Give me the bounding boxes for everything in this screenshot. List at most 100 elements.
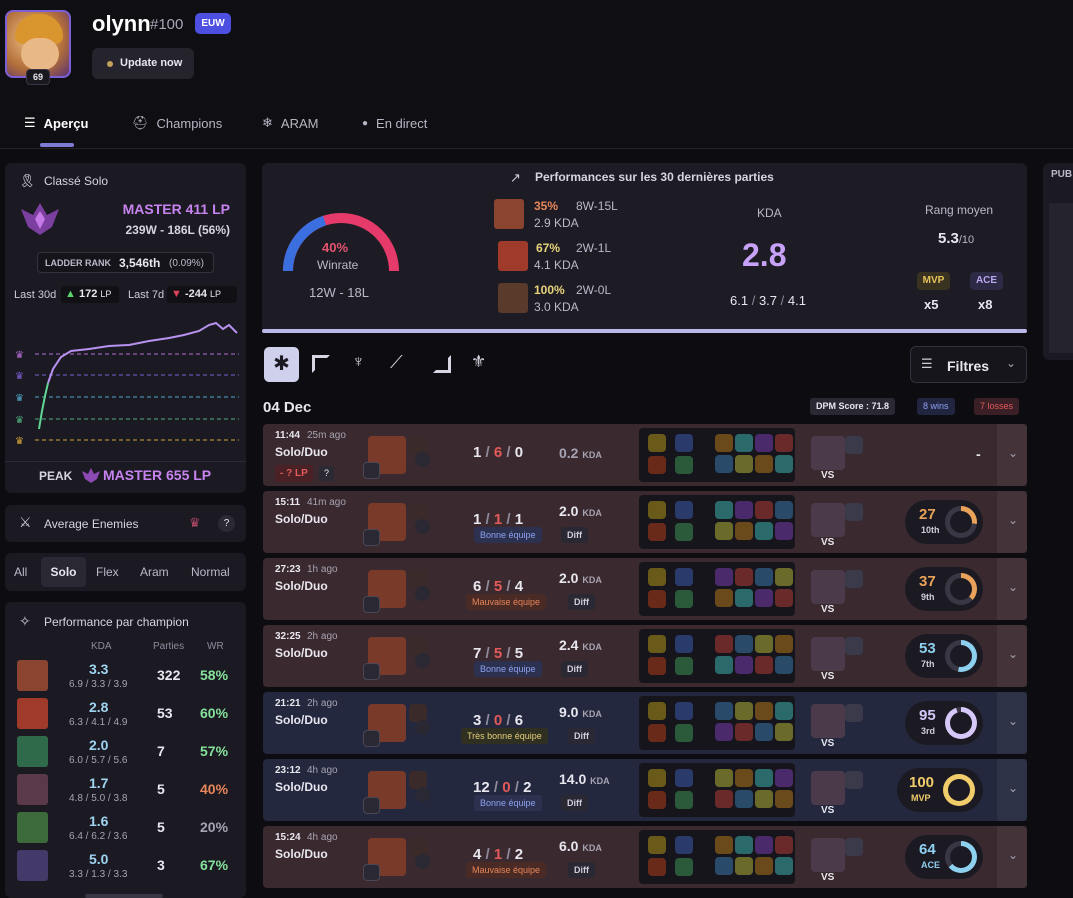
diamond-tier-icon: ♛ bbox=[15, 371, 24, 382]
item-icon bbox=[755, 455, 773, 473]
champion-row[interactable]: 2.0 6.0 / 5.7 / 5.6 7 57% bbox=[5, 734, 246, 770]
role-jungle-icon[interactable]: ♆ bbox=[352, 352, 365, 372]
help-icon[interactable]: ? bbox=[218, 515, 235, 532]
ladder-rank-box: LADDER RANK 3,546th (0.09%) bbox=[37, 252, 214, 273]
item-icon bbox=[755, 723, 773, 741]
item-icon bbox=[735, 790, 753, 808]
queue-normal[interactable]: Normal bbox=[191, 565, 230, 579]
performance-summary: ↗ Performances sur les 30 dernières part… bbox=[262, 163, 1027, 333]
spell-icon bbox=[675, 858, 693, 876]
kda-line: 3 / 0 / 6 bbox=[473, 712, 524, 729]
role-icon bbox=[363, 797, 380, 814]
filters-dropdown[interactable]: ☰ Filtres ⌄ bbox=[910, 346, 1027, 383]
queue-aram[interactable]: Aram bbox=[140, 565, 169, 579]
item-icon bbox=[715, 836, 733, 854]
secondary-rune-icon bbox=[648, 590, 666, 608]
match-time: 27:23 bbox=[275, 564, 301, 575]
opponent-spell-icon bbox=[845, 637, 863, 655]
expand-chevron-icon[interactable]: ⌄ bbox=[1008, 647, 1018, 661]
secondary-rune-icon bbox=[648, 657, 666, 675]
champion-kda-detail: 6.0 / 5.7 / 5.6 bbox=[69, 755, 128, 766]
match-row[interactable]: 11:44 25m ago Solo/Duo - ? LP? 1 / 6 / 0… bbox=[263, 424, 1027, 486]
expand-chevron-icon[interactable]: ⌄ bbox=[1008, 580, 1018, 594]
snowflake-icon: ❄ bbox=[262, 115, 273, 130]
average-enemies-panel[interactable]: ⚔ Average Enemies ♛ ? bbox=[5, 505, 246, 542]
match-row[interactable]: 15:24 4h ago Solo/Duo 4 / 1 / 2 6.0 KDA … bbox=[263, 826, 1027, 888]
update-button[interactable]: Update now bbox=[92, 48, 194, 79]
item-icon bbox=[775, 702, 793, 720]
item-icon bbox=[775, 769, 793, 787]
champion-games: 5 bbox=[157, 781, 165, 797]
kda-line: 1 / 6 / 0 bbox=[473, 444, 524, 461]
match-row[interactable]: 27:23 1h ago Solo/Duo 6 / 5 / 4 2.0 KDA … bbox=[263, 558, 1027, 620]
rune-icon bbox=[415, 519, 430, 534]
role-support-icon[interactable]: ⚜ bbox=[471, 352, 486, 372]
master-tier-icon: ♛ bbox=[15, 350, 24, 361]
champion-row[interactable]: 1.6 6.4 / 6.2 / 3.6 5 20% bbox=[5, 810, 246, 846]
opponent-portrait-icon bbox=[811, 704, 845, 738]
secondary-rune-icon bbox=[648, 791, 666, 809]
item-icon bbox=[755, 656, 773, 674]
team-quality-badge: Bonne équipe bbox=[474, 795, 542, 811]
expand-chevron-icon[interactable]: ⌄ bbox=[1008, 446, 1018, 460]
champion-row[interactable]: 2.8 6.3 / 4.1 / 4.9 53 60% bbox=[5, 696, 246, 732]
match-queue: Solo/Duo bbox=[275, 847, 328, 861]
tab-live[interactable]: ● En direct bbox=[362, 113, 427, 133]
champion-portrait-icon bbox=[17, 660, 48, 691]
lp-change: - ? LP bbox=[275, 465, 313, 482]
tab-aram[interactable]: ❄ ARAM bbox=[262, 113, 318, 133]
secondary-rune-icon bbox=[648, 724, 666, 742]
role-all-icon[interactable]: ✱ bbox=[264, 347, 299, 382]
expand-chevron-icon[interactable]: ⌄ bbox=[1008, 513, 1018, 527]
match-row[interactable]: 21:21 2h ago Solo/Duo 3 / 0 / 6 9.0 KDA … bbox=[263, 692, 1027, 754]
champion-row[interactable]: 1.7 4.8 / 5.0 / 3.8 5 40% bbox=[5, 772, 246, 808]
champion-portrait-icon bbox=[498, 283, 528, 313]
summoner-tag: #100 bbox=[150, 16, 184, 33]
help-icon[interactable]: ? bbox=[319, 466, 334, 481]
profile-header: 69 olynn #100 EUW Update now ☰ Aperçu ⛑ Ch… bbox=[0, 0, 1073, 150]
match-row[interactable]: 32:25 2h ago Solo/Duo 7 / 5 / 5 2.4 KDA … bbox=[263, 625, 1027, 687]
item-icon bbox=[755, 790, 773, 808]
queue-all[interactable]: All bbox=[14, 565, 27, 579]
item-icon bbox=[735, 635, 753, 653]
scrollbar[interactable] bbox=[85, 894, 163, 898]
champion-portrait-icon bbox=[17, 812, 48, 843]
spell-icon bbox=[675, 769, 693, 787]
champion-row[interactable]: 3.3 6.9 / 3.3 / 3.9 322 58% bbox=[5, 658, 246, 694]
expand-chevron-icon[interactable]: ⌄ bbox=[1008, 848, 1018, 862]
item-icon bbox=[755, 589, 773, 607]
champion-row[interactable]: 5.0 3.3 / 1.3 / 3.3 3 67% bbox=[5, 848, 246, 884]
role-mid-icon[interactable]: ⟋ bbox=[390, 352, 403, 373]
match-queue: Solo/Duo bbox=[275, 445, 328, 459]
kda-ratio: 0.2 KDA bbox=[559, 445, 602, 461]
champion-kda: 3.3 bbox=[89, 661, 109, 677]
enemy-emblem-icon: ♛ bbox=[189, 515, 201, 530]
spell-icon bbox=[675, 590, 693, 608]
keystone-icon bbox=[648, 769, 666, 787]
item-icon bbox=[775, 857, 793, 875]
item-icon bbox=[735, 568, 753, 586]
mvp-count: x5 bbox=[924, 297, 939, 312]
match-row[interactable]: 15:11 41m ago Solo/Duo 1 / 1 / 1 2.0 KDA… bbox=[263, 491, 1027, 553]
performance-score: 100 MVP bbox=[897, 768, 983, 812]
tab-champions[interactable]: ⛑ Champions bbox=[132, 113, 222, 133]
rune-icon bbox=[415, 854, 430, 869]
champion-portrait-icon bbox=[17, 774, 48, 805]
role-icon bbox=[363, 529, 380, 546]
expand-chevron-icon[interactable]: ⌄ bbox=[1008, 714, 1018, 728]
tab-apercu[interactable]: ☰ Aperçu bbox=[24, 113, 88, 133]
queue-flex[interactable]: Flex bbox=[96, 565, 119, 579]
item-icon bbox=[755, 702, 773, 720]
expand-chevron-icon[interactable]: ⌄ bbox=[1008, 781, 1018, 795]
peak-rank: MASTER 655 LP bbox=[103, 467, 212, 483]
keystone-icon bbox=[648, 501, 666, 519]
queue-solo[interactable]: Solo bbox=[41, 557, 86, 587]
performance-score: 27 10th bbox=[905, 500, 983, 544]
role-bot-icon[interactable] bbox=[433, 355, 451, 373]
match-row[interactable]: 23:12 4h ago Solo/Duo 12 / 0 / 2 14.0 KD… bbox=[263, 759, 1027, 821]
secondary-rune-icon bbox=[648, 858, 666, 876]
role-top-icon[interactable] bbox=[312, 355, 330, 373]
item-icon bbox=[715, 589, 733, 607]
champion-kda-detail: 6.3 / 4.1 / 4.9 bbox=[69, 717, 128, 728]
team-quality-badge: Bonne équipe bbox=[474, 661, 542, 677]
